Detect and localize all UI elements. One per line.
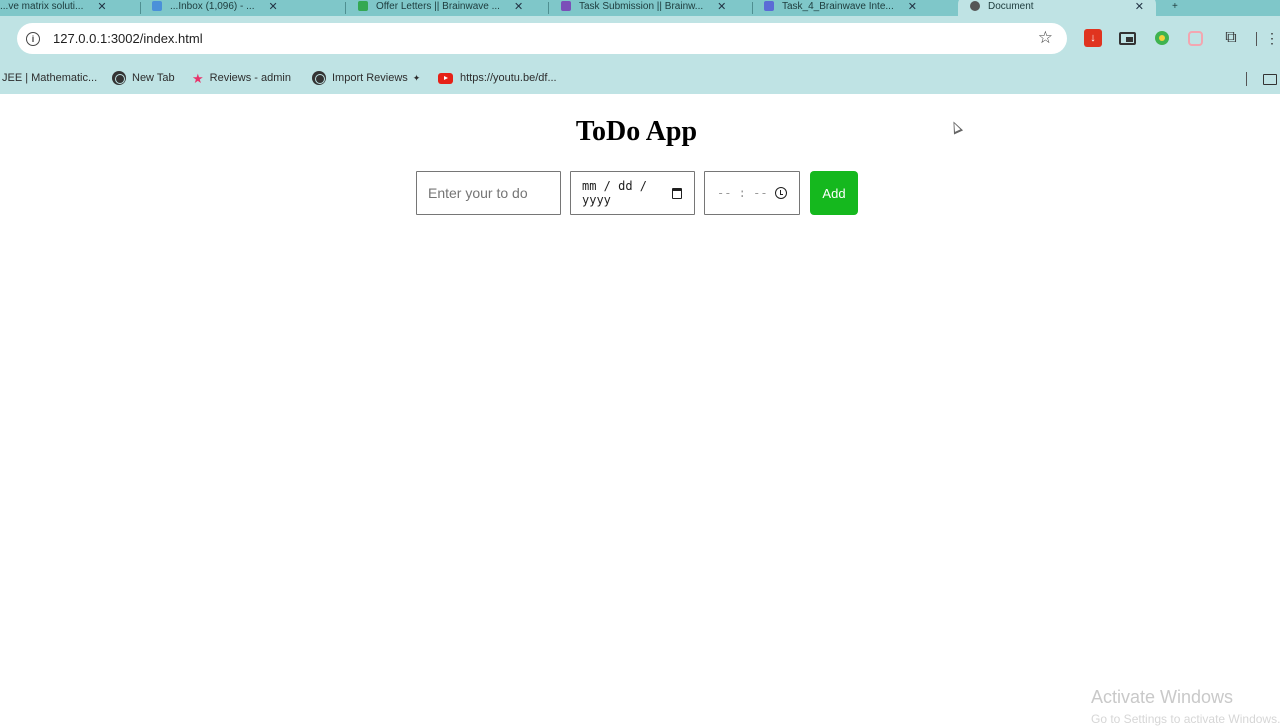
close-icon[interactable]: ✕ (717, 0, 726, 13)
browser-toolbar: i 127.0.0.1:3002/index.html ☆ ↓ ⧉ ⋮ (0, 16, 1280, 62)
tab-divider (345, 2, 346, 14)
browser-menu-icon[interactable]: ⋮ (1265, 30, 1279, 47)
youtube-icon (438, 72, 453, 84)
clock-icon[interactable] (775, 187, 787, 199)
tab-title: ...ve matrix soluti... (0, 0, 84, 12)
bookmarks-divider (1246, 72, 1247, 86)
close-icon[interactable]: ✕ (514, 0, 523, 13)
address-bar[interactable]: i 127.0.0.1:3002/index.html ☆ (17, 23, 1067, 54)
site-info-icon[interactable]: i (26, 31, 40, 46)
sheets-icon (358, 1, 368, 11)
tab-title: Task_4_Brainwave Inte... (782, 0, 894, 12)
pink-extension-icon[interactable] (1188, 31, 1203, 46)
bookmark-youtube[interactable]: https://youtu.be/df... (438, 69, 557, 87)
picture-in-picture-icon[interactable] (1119, 32, 1136, 45)
tab-strip: ...ve matrix soluti... ✕ ...Inbox (1,096… (0, 0, 1280, 16)
activate-windows-title: Activate Windows (1091, 687, 1234, 707)
tab-document[interactable]: Document ✕ (958, 0, 1156, 16)
bookmark-label: JEE | Mathematic... (2, 72, 98, 84)
globe-icon (112, 71, 126, 85)
date-input-placeholder: mm / dd / yyyy (582, 179, 648, 207)
calendar-icon[interactable] (672, 187, 682, 199)
close-icon[interactable]: ✕ (268, 0, 277, 13)
activate-windows-subtitle: Go to Settings to activate Windows. (1091, 712, 1280, 726)
tab-inbox[interactable]: ...Inbox (1,096) - ... ✕ (152, 0, 278, 16)
page-title: ToDo App (575, 116, 698, 147)
date-input[interactable]: mm / dd / yyyy (570, 171, 695, 215)
tab-task-4-brainwave[interactable]: Task_4_Brainwave Inte... ✕ (764, 0, 917, 16)
tab-divider (140, 2, 141, 14)
download-extension-icon[interactable]: ↓ (1084, 29, 1102, 47)
add-button[interactable]: Add (810, 171, 858, 215)
bookmarks-bar: JEE | Mathematic... New Tab ★ Reviews - … (0, 62, 1280, 94)
bookmark-label: https://youtu.be/df... (460, 72, 557, 84)
tab-title: ...Inbox (1,096) - ... (170, 0, 255, 12)
tab-title: Task Submission || Brainw... (579, 0, 704, 12)
bookmark-label: Reviews - admin (209, 72, 291, 84)
url-text[interactable]: 127.0.0.1:3002/index.html (53, 31, 203, 46)
bookmark-jee-mathematics[interactable]: JEE | Mathematic... (2, 69, 97, 87)
star-icon: ★ (192, 70, 204, 86)
bookmark-star-icon[interactable]: ☆ (1038, 28, 1053, 48)
time-input[interactable]: -- : -- (704, 171, 800, 215)
close-icon[interactable]: ✕ (1135, 0, 1144, 13)
extensions-puzzle-icon[interactable]: ⧉ (1222, 29, 1240, 47)
close-icon[interactable]: ✕ (97, 0, 106, 13)
close-icon[interactable]: ✕ (908, 0, 917, 13)
tab-offer-letters[interactable]: Offer Letters || Brainwave ... ✕ (358, 0, 523, 16)
bookmark-label: Import Reviews (332, 72, 408, 84)
forms-icon (561, 1, 571, 11)
tab-divider (752, 2, 753, 14)
todo-input[interactable]: Enter your to do (416, 171, 561, 215)
plus-icon: + (1172, 0, 1178, 12)
bookmark-import-reviews[interactable]: Import Reviews ✦ (312, 69, 420, 87)
new-tab-button[interactable]: + (1172, 0, 1178, 16)
tab-title: Document (988, 0, 1034, 12)
bookmark-new-tab[interactable]: New Tab (112, 69, 175, 87)
green-extension-icon[interactable] (1155, 31, 1169, 45)
tab-task-submission[interactable]: Task Submission || Brainw... ✕ (561, 0, 726, 16)
bookmark-reviews-admin[interactable]: ★ Reviews - admin (192, 69, 291, 87)
todo-input-placeholder: Enter your to do (428, 185, 528, 201)
globe-icon (970, 1, 980, 11)
tab-matrix-solution[interactable]: ...ve matrix soluti... ✕ (0, 0, 107, 16)
time-input-placeholder: -- : -- (717, 186, 768, 200)
mail-icon (152, 1, 162, 11)
tab-title: Offer Letters || Brainwave ... (376, 0, 500, 12)
tab-divider (548, 2, 549, 14)
page-content: ToDo App Enter your to do mm / dd / yyyy… (0, 94, 1280, 720)
folder-icon[interactable] (1263, 74, 1277, 85)
site-icon (764, 1, 774, 11)
bookmark-label: New Tab (132, 72, 175, 84)
sparkle-icon: ✦ (412, 72, 421, 83)
globe-icon (312, 71, 326, 85)
toolbar-divider (1256, 32, 1257, 46)
todo-form: Enter your to do mm / dd / yyyy -- : -- … (416, 171, 858, 215)
